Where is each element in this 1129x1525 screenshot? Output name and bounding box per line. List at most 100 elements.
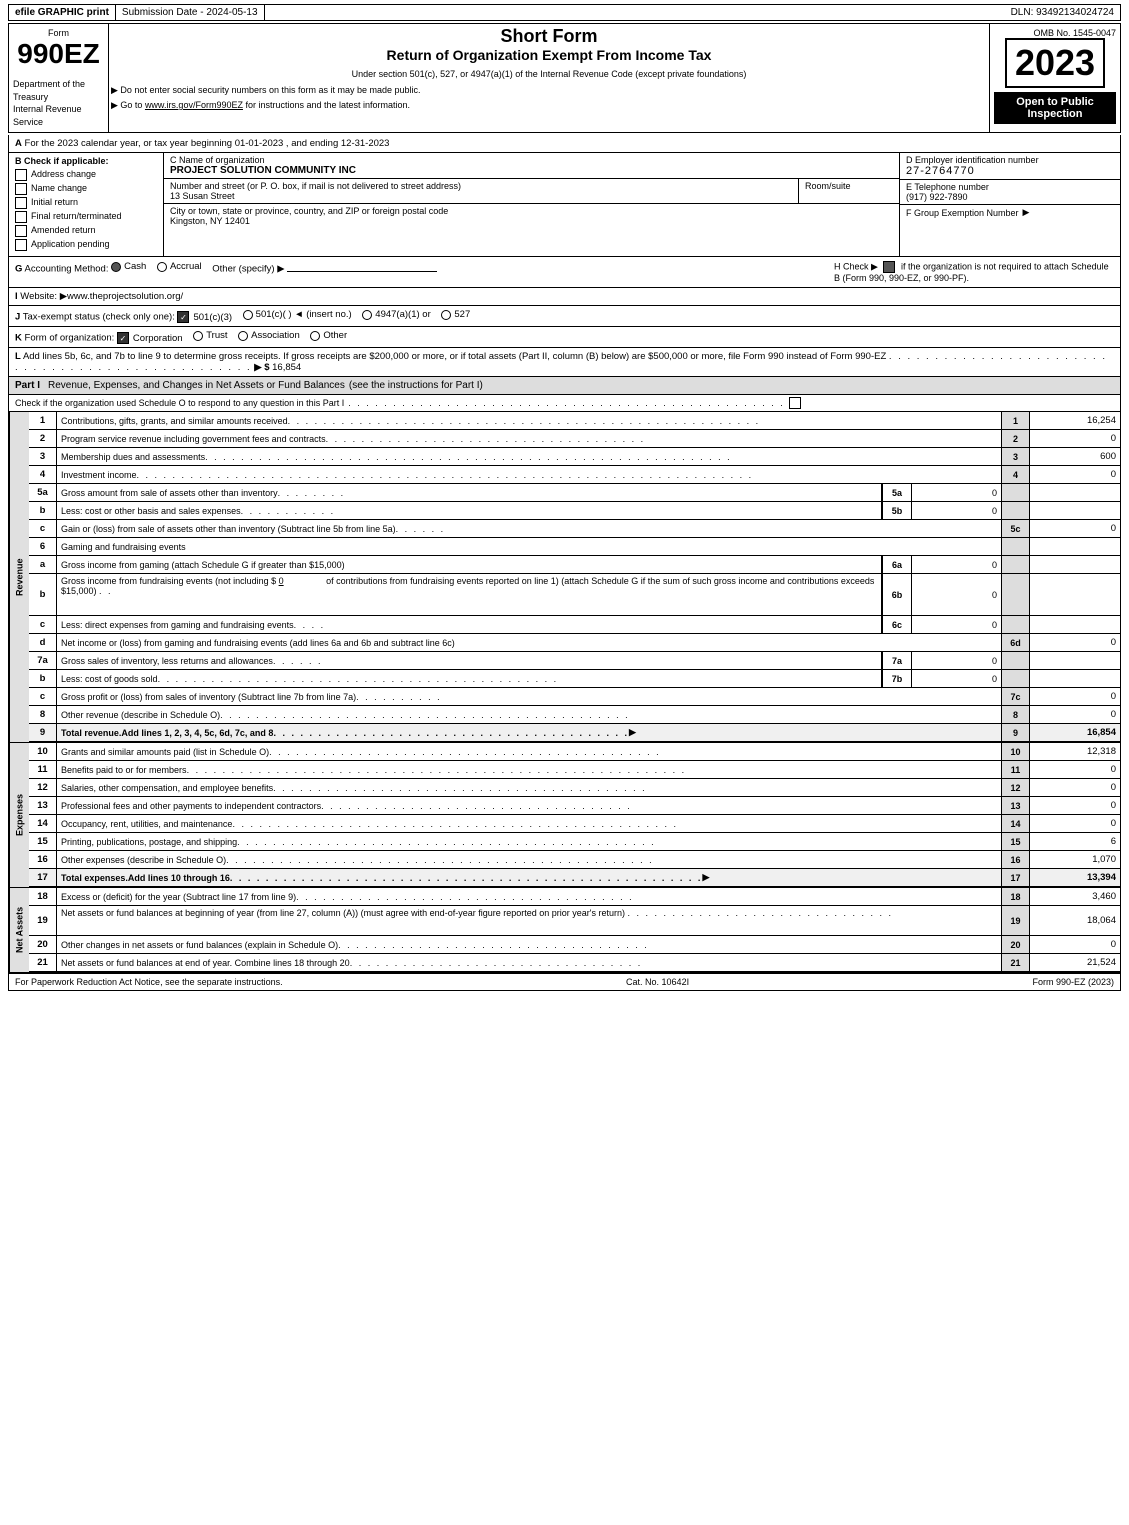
- row-desc-2: Program service revenue including govern…: [57, 430, 1002, 447]
- k-trust-button[interactable]: [193, 331, 203, 341]
- table-row: 12 Salaries, other compensation, and emp…: [29, 779, 1120, 797]
- row-num-17: 17: [29, 869, 57, 886]
- row-value-7c: 0: [1030, 688, 1120, 705]
- other-value-line[interactable]: [287, 271, 437, 272]
- row-num-19: 19: [29, 906, 57, 935]
- row-num-5b: b: [29, 502, 57, 519]
- row-num-2: 2: [29, 430, 57, 447]
- application-pending-row: Application pending: [15, 239, 157, 251]
- k-other-button[interactable]: [310, 331, 320, 341]
- footer-form-ref: Form 990-EZ (2023): [1032, 977, 1114, 987]
- accrual-radio-button[interactable]: [157, 262, 167, 272]
- k-assoc-button[interactable]: [238, 331, 248, 341]
- row-desc-1: Contributions, gifts, grants, and simila…: [57, 412, 1002, 429]
- k-corp-radio[interactable]: ✓ Corporation: [117, 332, 183, 344]
- row-desc-6b: Gross income from fundraising events (no…: [57, 574, 882, 615]
- row-value-4: 0: [1030, 466, 1120, 483]
- ein-value: 27-2764770: [906, 165, 1114, 177]
- amended-return-checkbox[interactable]: [15, 225, 27, 237]
- application-pending-checkbox[interactable]: [15, 239, 27, 251]
- j-501c3-radio[interactable]: ✓ 501(c)(3): [177, 311, 232, 323]
- table-row: 4 Investment income . . . . . . . . . . …: [29, 466, 1120, 484]
- row-value-6c: [1030, 616, 1120, 633]
- row-num-10: 10: [29, 743, 57, 760]
- row-field-num-12: 12: [1002, 779, 1030, 796]
- footer-cat-no: Cat. No. 10642I: [626, 977, 689, 987]
- row-field-num-3: 3: [1002, 448, 1030, 465]
- title-right: OMB No. 1545-0047 2023 Open to Public In…: [990, 24, 1120, 132]
- row-num-8: 8: [29, 706, 57, 723]
- row-num-4: 4: [29, 466, 57, 483]
- cash-radio[interactable]: Cash: [111, 261, 146, 272]
- row-desc-16: Other expenses (describe in Schedule O) …: [57, 851, 1002, 868]
- k-trust-radio[interactable]: Trust: [193, 330, 227, 341]
- row-field-num-6a: [1002, 556, 1030, 573]
- group-exemption-area: F Group Exemption Number ▶: [900, 205, 1120, 220]
- row-value-16: 1,070: [1030, 851, 1120, 868]
- final-return-checkbox[interactable]: [15, 211, 27, 223]
- j-501c-radio[interactable]: 501(c)( ) ◄ (insert no.): [243, 309, 352, 320]
- address-change-checkbox[interactable]: [15, 169, 27, 181]
- return-title: Return of Organization Exempt From Incom…: [111, 47, 987, 63]
- row-num-6b: b: [29, 574, 57, 615]
- part1-title: Part I: [15, 380, 40, 391]
- j-501c3-checkbox[interactable]: ✓: [177, 311, 189, 323]
- row-num-7a: 7a: [29, 652, 57, 669]
- final-return-label: Final return/terminated: [31, 211, 122, 221]
- title-area: Form 990EZ Department of the Treasury In…: [8, 23, 1121, 133]
- inline-val-5b: 0: [912, 502, 1002, 519]
- row-value-18: 3,460: [1030, 888, 1120, 905]
- street-label: Number and street (or P. O. box, if mail…: [170, 181, 792, 191]
- other-label: Other (specify) ▶: [212, 264, 284, 275]
- h-checkbox[interactable]: [883, 261, 895, 273]
- f-label: F Group Exemption Number: [906, 208, 1019, 218]
- row-field-num-6: [1002, 538, 1030, 555]
- street-value: 13 Susan Street: [170, 191, 792, 201]
- revenue-section: Revenue 1 Contributions, gifts, grants, …: [9, 412, 1120, 743]
- k-other-radio[interactable]: Other: [310, 330, 347, 341]
- part1-checkbox[interactable]: [789, 397, 801, 409]
- table-row: 16 Other expenses (describe in Schedule …: [29, 851, 1120, 869]
- row-num-15: 15: [29, 833, 57, 850]
- row-num-3: 3: [29, 448, 57, 465]
- row-num-6a: a: [29, 556, 57, 573]
- inline-label-7b: 7b: [882, 670, 912, 687]
- row-field-num-18: 18: [1002, 888, 1030, 905]
- section-bcd: B Check if applicable: Address change Na…: [9, 153, 1120, 257]
- j-4947-button[interactable]: [362, 310, 372, 320]
- row-value-3: 600: [1030, 448, 1120, 465]
- inline-val-7b: 0: [912, 670, 1002, 687]
- row-value-14: 0: [1030, 815, 1120, 832]
- row-desc-6c: Less: direct expenses from gaming and fu…: [57, 616, 882, 633]
- page-footer: For Paperwork Reduction Act Notice, see …: [8, 974, 1121, 991]
- row-field-num-1: 1: [1002, 412, 1030, 429]
- row-field-num-2: 2: [1002, 430, 1030, 447]
- l-arrow: ▶ $: [254, 362, 272, 373]
- inline-val-5a: 0: [912, 484, 1002, 501]
- amended-return-row: Amended return: [15, 225, 157, 237]
- row-value-9: 16,854: [1030, 724, 1120, 741]
- initial-return-checkbox[interactable]: [15, 197, 27, 209]
- row-desc-5c: Gain or (loss) from sale of assets other…: [57, 520, 1002, 537]
- name-change-checkbox[interactable]: [15, 183, 27, 195]
- table-row-total-expenses: 17 Total expenses. Add lines 10 through …: [29, 869, 1120, 887]
- k-corp-checkbox[interactable]: ✓: [117, 332, 129, 344]
- initial-return-row: Initial return: [15, 197, 157, 209]
- d-label: D Employer identification number: [906, 155, 1114, 165]
- cash-radio-button[interactable]: [111, 262, 121, 272]
- dept-info: Department of the Treasury Internal Reve…: [13, 78, 104, 128]
- goto-note: ▶ Go to www.irs.gov/Form990EZ for instru…: [111, 100, 987, 111]
- row-num-6: 6: [29, 538, 57, 555]
- inline-val-7a: 0: [912, 652, 1002, 669]
- website-text: Website: ▶www.theprojectsolution.org/: [20, 291, 183, 302]
- k-assoc-radio[interactable]: Association: [238, 330, 300, 341]
- j-527-radio[interactable]: 527: [441, 309, 470, 320]
- j-4947-radio[interactable]: 4947(a)(1) or: [362, 309, 430, 320]
- row-value-10: 12,318: [1030, 743, 1120, 760]
- k-other-label: Other: [323, 330, 347, 341]
- j-527-button[interactable]: [441, 310, 451, 320]
- accrual-radio[interactable]: Accrual: [157, 261, 202, 272]
- table-row: c Gross profit or (loss) from sales of i…: [29, 688, 1120, 706]
- cash-label: Cash: [124, 261, 146, 272]
- j-501c-button[interactable]: [243, 310, 253, 320]
